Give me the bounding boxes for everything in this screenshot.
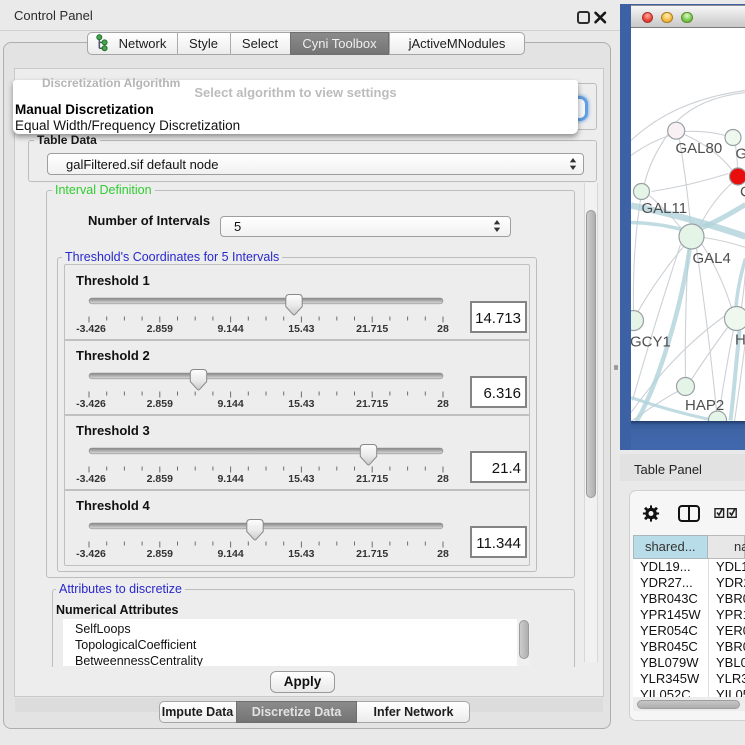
svg-text:GA: GA: [735, 145, 745, 162]
svg-text:GAL80: GAL80: [675, 140, 722, 157]
svg-text:GCY1: GCY1: [631, 333, 671, 350]
svg-text:HAP2: HAP2: [685, 397, 724, 414]
svg-text:H: H: [735, 331, 745, 348]
svg-text:GAL4: GAL4: [692, 250, 730, 267]
svg-text:C: C: [740, 183, 745, 200]
svg-text:GAL11: GAL11: [641, 200, 687, 217]
